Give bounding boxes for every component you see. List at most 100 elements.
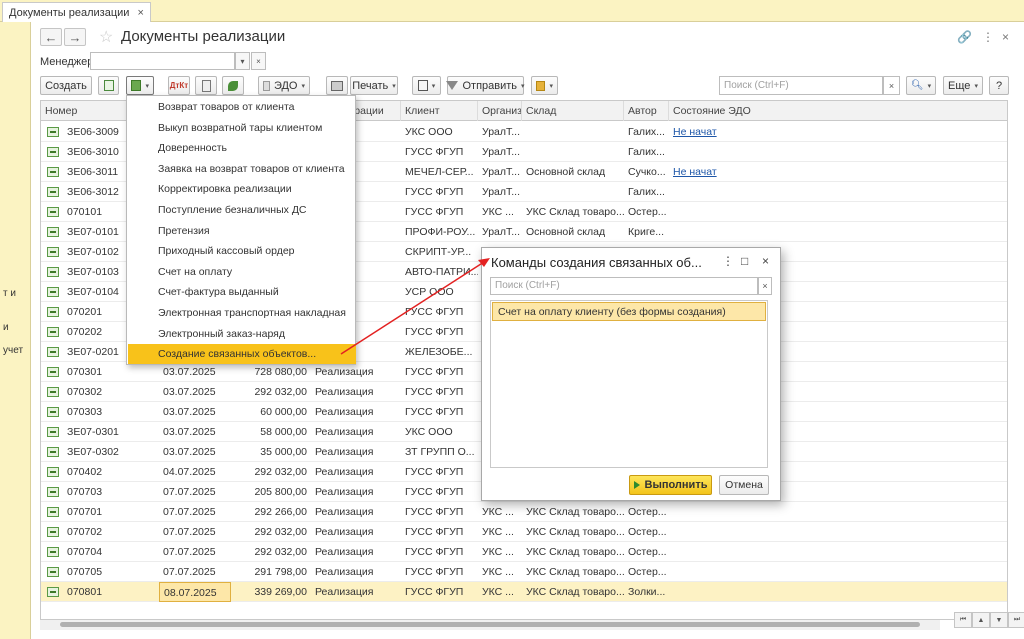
page-title: Документы реализации [121,28,286,45]
horizontal-scrollbar[interactable] [40,620,940,630]
dtkt-button[interactable]: ДтКт [168,76,190,95]
cell-client: ГУСС ФГУП [405,406,464,418]
related-objects-dialog: Команды создания связанных об... ⋮ □ × П… [481,247,781,501]
cell-date: 03.07.2025 [163,386,216,398]
dialog-close-icon[interactable]: × [762,254,769,268]
print-menu-button[interactable]: Печать ▾ [350,76,398,95]
attachments-button[interactable]: ▾ [531,76,558,95]
cell-author: Галих... [628,146,665,158]
menu-item[interactable]: Поступление безналичных ДС [128,200,356,220]
dialog-search-input[interactable]: Поиск (Ctrl+F) [490,277,758,295]
forward-button[interactable]: → [64,28,86,46]
cell-edo [669,222,1007,242]
menu-item[interactable]: Счет-фактура выданный [128,282,356,302]
page-up-icon[interactable]: ▲ [972,612,990,628]
table-row[interactable]: 070704 07.07.2025 292 032,00 Реализация ГУСС… [41,542,1007,562]
help-label: ? [995,79,1003,92]
page-first-icon[interactable]: ⏮ [954,612,972,628]
menu-item[interactable]: Корректировка реализации [128,179,356,199]
menu-item[interactable]: Счет на оплату [128,262,356,282]
cell-edo [669,582,1007,602]
sign-button[interactable] [222,76,244,95]
menu-item[interactable]: Выкуп возвратной тары клиентом [128,118,356,138]
search-button[interactable]: 🔍︎ ▾ [906,76,936,95]
more-vertical-icon[interactable]: ⋮ [982,30,994,44]
column-header[interactable]: Организация [478,101,522,121]
document-posted-icon [47,227,59,237]
menu-item[interactable]: Доверенность [128,138,356,158]
favorite-star-icon[interactable]: ☆ [99,27,113,47]
document-posted-icon [47,247,59,257]
menu-item[interactable]: Приходный кассовый ордер [128,241,356,261]
cell-org: УКС ... [482,586,514,598]
chevron-down-icon: ▾ [301,82,305,90]
reports-button[interactable]: ▾ [412,76,441,95]
cell-op: Реализация [315,466,374,478]
menu-item[interactable]: Электронная транспортная накладная [128,303,356,323]
cell-author: Остер... [628,566,667,578]
left-panel-fragment[interactable]: т и [3,288,16,299]
page-down-icon[interactable]: ▼ [990,612,1008,628]
search-input[interactable]: Поиск (Ctrl+F) [719,76,883,95]
create-based-on-button[interactable]: ▾ [126,76,154,95]
column-header[interactable]: Клиент [401,101,478,121]
help-button[interactable]: ? [989,76,1009,95]
page-last-icon[interactable]: ⏭ [1008,612,1024,628]
manager-clear-icon[interactable]: × [251,52,266,70]
print-button[interactable] [326,76,348,95]
cell-org: УКС ... [482,526,514,538]
tab-close-icon[interactable]: × [137,7,143,19]
left-panel-fragment[interactable]: учет [3,345,23,356]
cell-op: Реализация [315,426,374,438]
scrollbar-thumb[interactable] [60,622,920,627]
document-posted-icon [47,567,59,577]
menu-item[interactable]: Электронный заказ-наряд [128,324,356,344]
left-panel-fragment[interactable]: и [3,322,9,333]
register-button[interactable] [195,76,217,95]
dialog-more-icon[interactable]: ⋮ [722,254,734,268]
document-posted-icon [47,127,59,137]
cell-edo[interactable]: Не начат [669,162,1007,182]
document-posted-icon [47,387,59,397]
manager-field[interactable] [90,52,235,70]
menu-item[interactable]: Заявка на возврат товаров от клиента [128,159,356,179]
window-close-icon[interactable]: × [1002,30,1009,44]
link-icon[interactable]: 🔗 [957,30,972,44]
edo-button[interactable]: ЭДО ▾ [258,76,310,95]
dialog-maximize-icon[interactable]: □ [741,254,748,268]
cell-edo[interactable]: Не начат [669,122,1007,142]
search-clear-icon[interactable]: × [883,76,900,95]
cell-org: УралТ... [482,226,521,238]
menu-item[interactable]: Создание связанных объектов... [128,344,356,365]
chevron-down-icon: ▾ [549,82,553,90]
column-header[interactable]: Автор [624,101,669,121]
cell-client: ГУСС ФГУП [405,486,464,498]
document-posted-icon [47,327,59,337]
create-button[interactable]: Создать [40,76,92,95]
cancel-button[interactable]: Отмена [719,475,769,495]
tab-documents[interactable]: Документы реализации × [2,2,151,22]
cell-op: Реализация [315,366,374,378]
dialog-search-clear-icon[interactable]: × [758,277,772,295]
column-header[interactable]: Склад [522,101,624,121]
run-button[interactable]: Выполнить [629,475,712,495]
send-button[interactable]: Отправить ▾ [446,76,525,95]
copy-button[interactable] [98,76,119,95]
table-row[interactable]: 070705 07.07.2025 291 798,00 Реализация ГУСС… [41,562,1007,582]
manager-dropdown-icon[interactable]: ▾ [235,52,250,70]
table-row[interactable]: 070702 07.07.2025 292 032,00 Реализация ГУСС… [41,522,1007,542]
cell-date: 07.07.2025 [163,546,216,558]
menu-item[interactable]: Возврат товаров от клиента [128,97,356,117]
cell-sum: 292 032,00 [254,386,307,398]
menu-item[interactable]: Претензия [128,221,356,241]
table-row[interactable]: 070701 07.07.2025 292 266,00 Реализация ГУСС… [41,502,1007,522]
cell-num: 070302 [67,386,103,398]
cell-client: ГУСС ФГУП [405,326,464,338]
more-button[interactable]: Еще ▾ [943,76,983,95]
document-posted-icon [47,587,59,597]
table-row[interactable]: 070801 08.07.2025 339 269,00 Реализация ГУСС… [41,582,1007,602]
back-button[interactable]: ← [40,28,62,46]
cell-client: УКС ООО [405,126,453,138]
list-item[interactable]: Счет на оплату клиенту (без формы создан… [492,302,766,321]
column-header[interactable]: Состояние ЭДО [669,101,1007,121]
